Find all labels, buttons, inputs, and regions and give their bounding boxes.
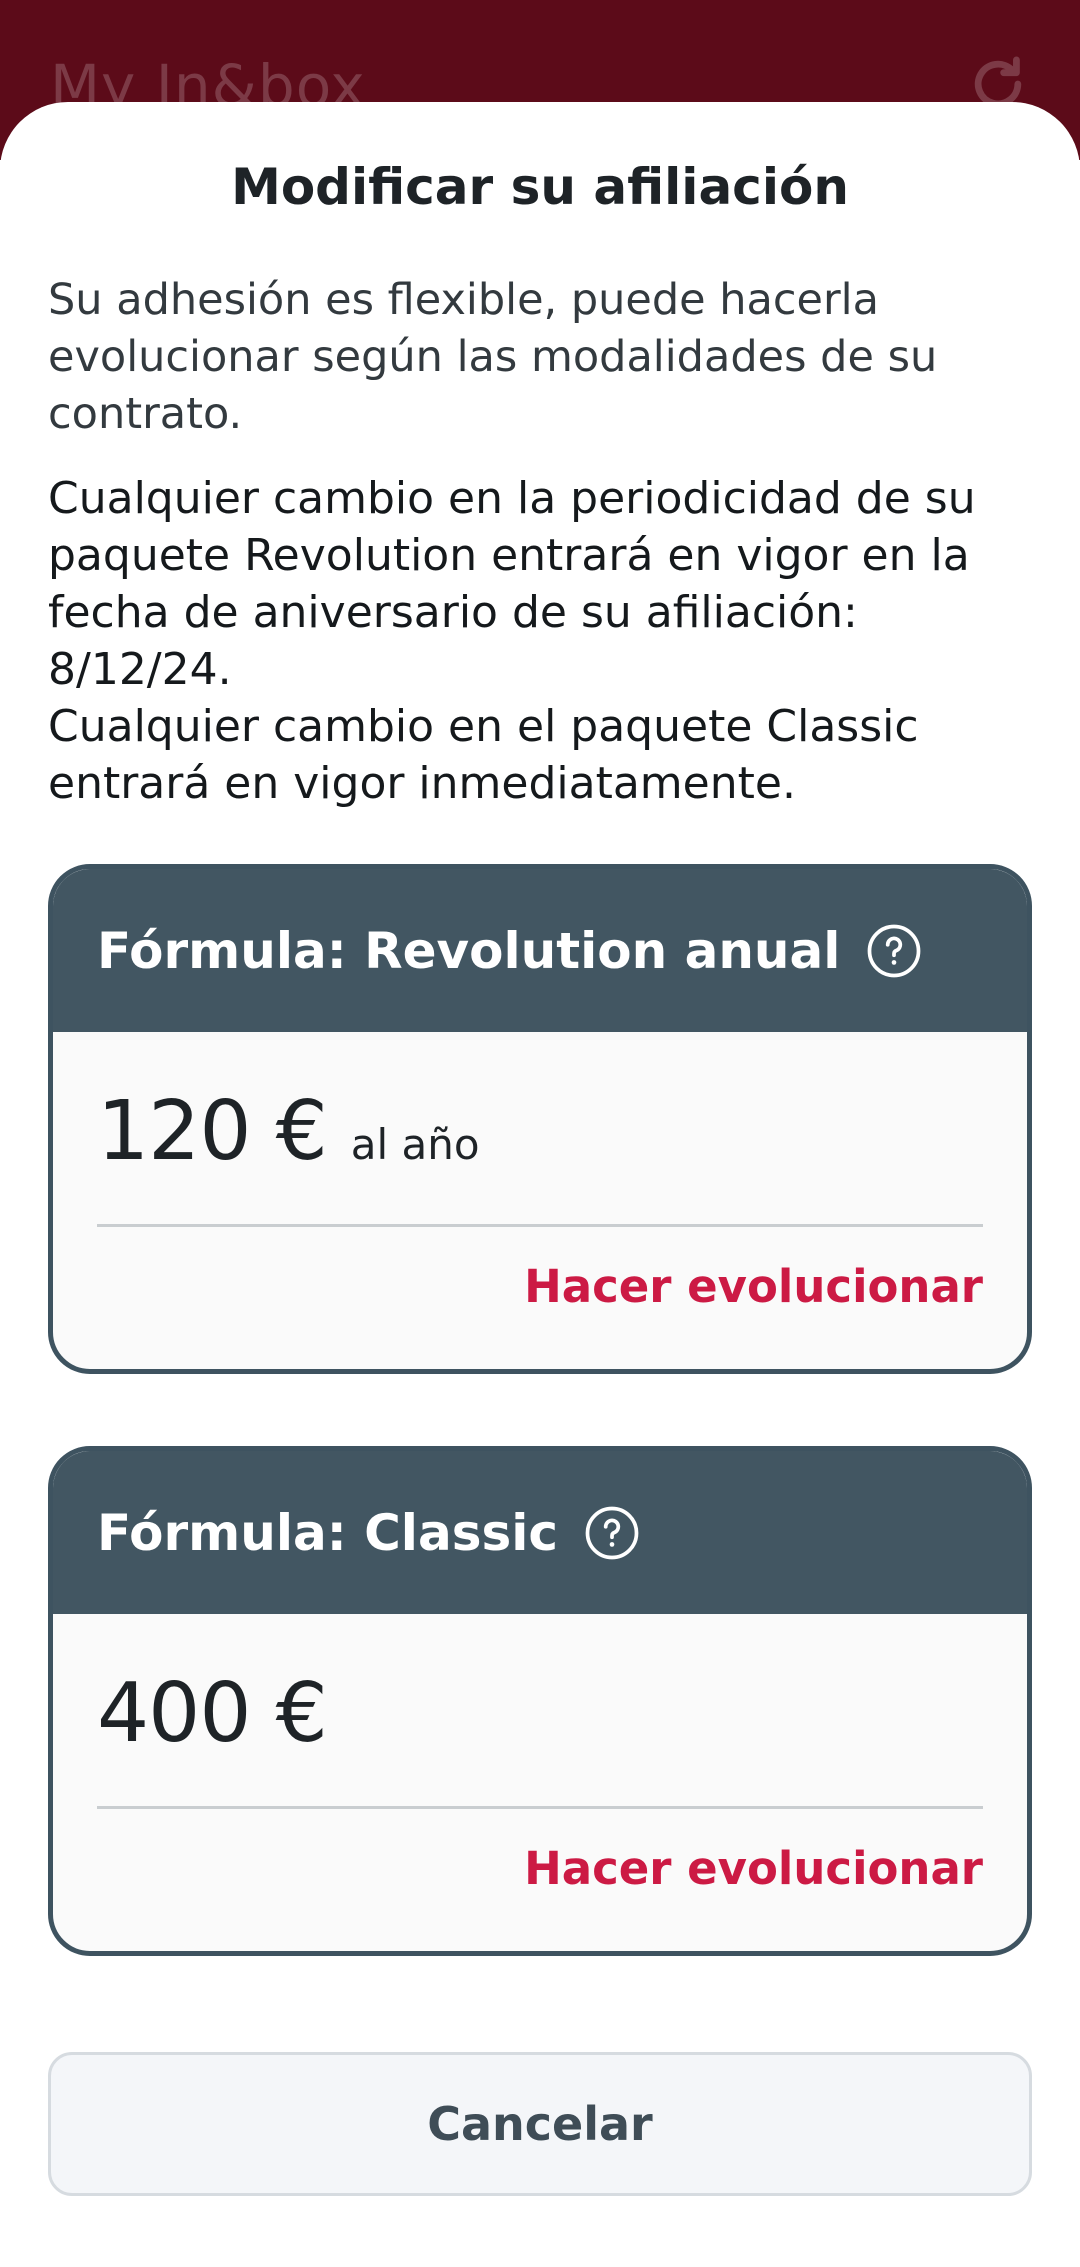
plan-card-revolution: Fórmula: Revolution anual 120 € al año H… bbox=[48, 864, 1032, 1374]
upgrade-classic-link[interactable]: Hacer evolucionar bbox=[524, 1842, 983, 1895]
cancel-button[interactable]: Cancelar bbox=[48, 2052, 1032, 2196]
price-row: 400 € bbox=[97, 1666, 328, 1761]
plan-card-body: 400 € Hacer evolucionar bbox=[53, 1614, 1027, 1951]
divider bbox=[97, 1224, 983, 1227]
plan-card-classic: Fórmula: Classic 400 € Hacer evolucionar bbox=[48, 1446, 1032, 1956]
price-row: 120 € al año bbox=[97, 1084, 480, 1179]
intro-text: Su adhesión es flexible, puede hacerla e… bbox=[48, 275, 938, 439]
bottom-sheet: Modificar su afiliación Su adhesión es f… bbox=[0, 102, 1080, 2267]
notice-line-revolution: Cualquier cambio en la periodicidad de s… bbox=[48, 473, 976, 695]
help-circle-icon[interactable] bbox=[584, 1505, 640, 1561]
plan-title: Fórmula: Revolution anual bbox=[97, 921, 841, 980]
plan-card-header: Fórmula: Revolution anual bbox=[53, 869, 1027, 1032]
plan-price: 120 € bbox=[97, 1084, 328, 1179]
plan-card-header: Fórmula: Classic bbox=[53, 1451, 1027, 1614]
plan-period: al año bbox=[350, 1120, 480, 1169]
sheet-title: Modificar su afiliación bbox=[231, 158, 849, 216]
divider bbox=[97, 1806, 983, 1809]
upgrade-revolution-link[interactable]: Hacer evolucionar bbox=[524, 1260, 983, 1313]
plan-price: 400 € bbox=[97, 1666, 328, 1761]
plan-card-body: 120 € al año Hacer evolucionar bbox=[53, 1032, 1027, 1369]
plan-title: Fórmula: Classic bbox=[97, 1503, 558, 1562]
notice-text: Cualquier cambio en la periodicidad de s… bbox=[48, 470, 1038, 812]
notice-line-classic: Cualquier cambio en el paquete Classic e… bbox=[48, 701, 919, 809]
help-circle-icon[interactable] bbox=[866, 923, 922, 979]
